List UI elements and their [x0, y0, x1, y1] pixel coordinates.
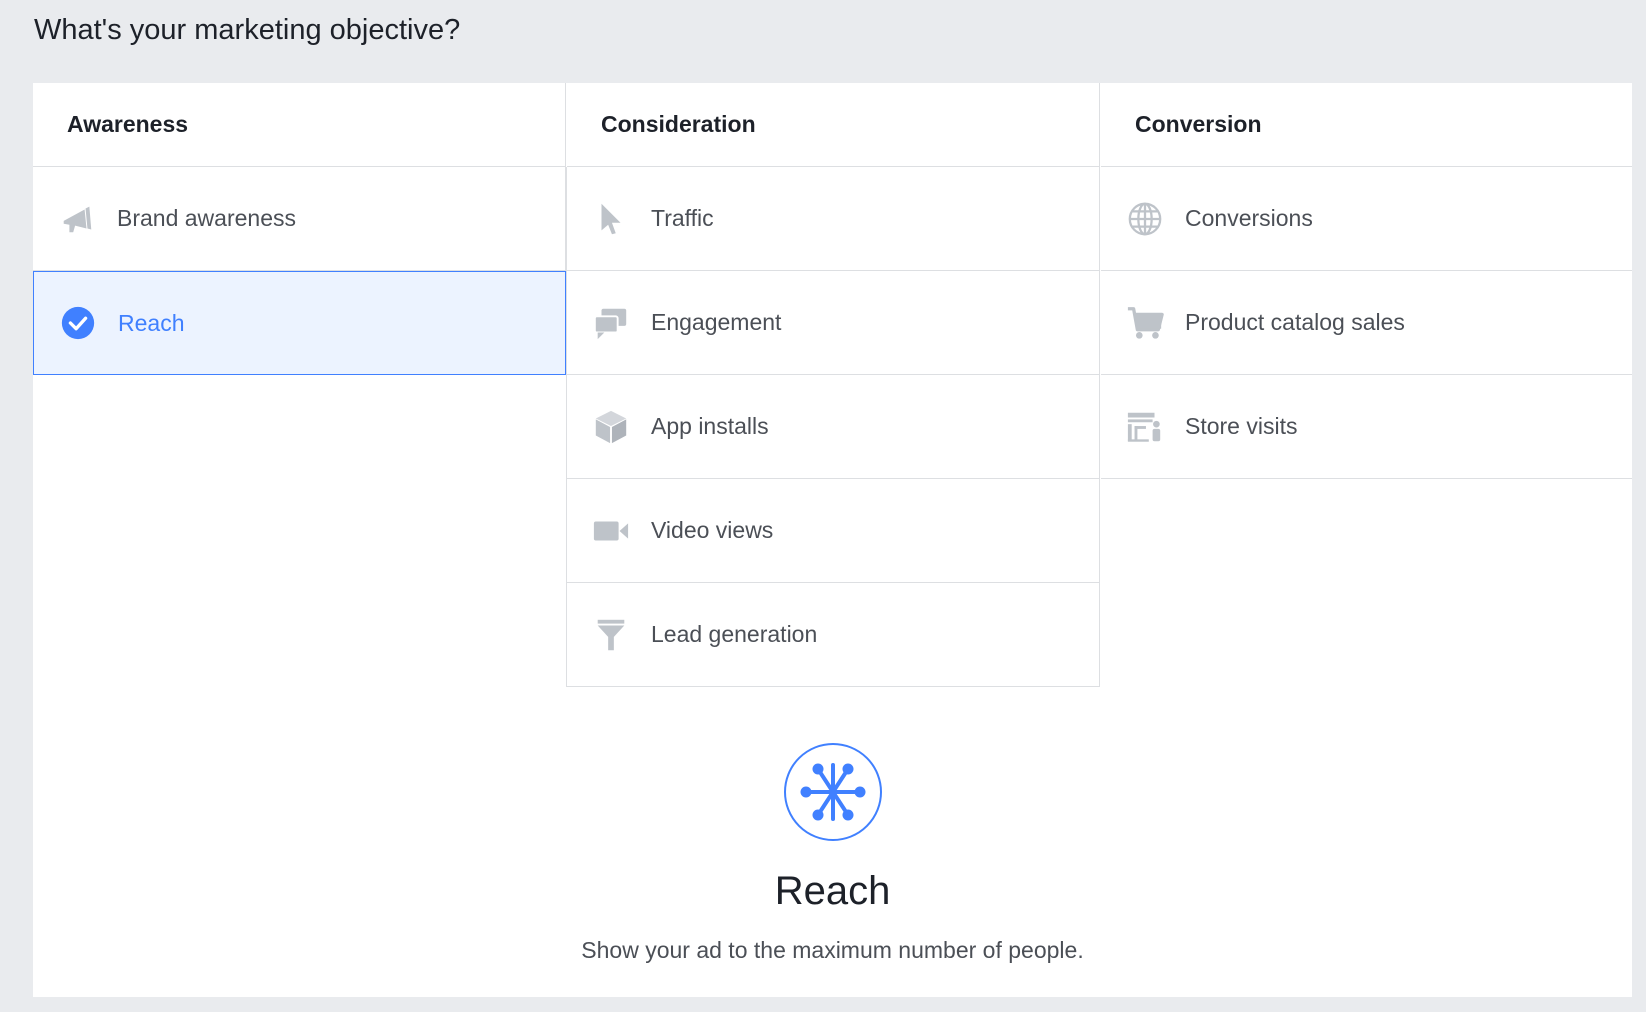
check-circle-icon — [58, 303, 98, 343]
objective-detail-description: Show your ad to the maximum number of pe… — [581, 937, 1084, 963]
column-header-awareness: Awareness — [33, 83, 566, 167]
column-header-conversion: Conversion — [1101, 83, 1632, 167]
objective-panel: Awareness Brand awareness Reach Consider… — [33, 83, 1632, 997]
globe-icon — [1125, 199, 1165, 239]
column-header-consideration: Consideration — [567, 83, 1100, 167]
objective-reach[interactable]: Reach — [33, 271, 566, 375]
megaphone-icon — [57, 199, 97, 239]
column-conversion: Conversion Conversions Product catalog s… — [1101, 83, 1632, 479]
objective-traffic[interactable]: Traffic — [566, 167, 1100, 271]
cube-icon — [591, 407, 631, 447]
cart-icon — [1125, 303, 1165, 343]
objective-app-installs[interactable]: App installs — [566, 375, 1100, 479]
objective-label: Store visits — [1185, 413, 1298, 439]
video-camera-icon — [591, 511, 631, 551]
column-consideration: Consideration Traffic Engagement App ins… — [566, 83, 1100, 687]
store-icon — [1125, 407, 1165, 447]
objective-label: Product catalog sales — [1185, 309, 1405, 335]
cursor-icon — [591, 199, 631, 239]
objective-product-catalog-sales[interactable]: Product catalog sales — [1101, 271, 1632, 375]
objective-columns: Awareness Brand awareness Reach Consider… — [33, 83, 1632, 690]
objective-label: Video views — [651, 517, 774, 543]
objective-label: Conversions — [1185, 205, 1313, 231]
reach-network-icon — [783, 743, 882, 841]
page-title: What's your marketing objective? — [34, 14, 461, 46]
objective-store-visits[interactable]: Store visits — [1101, 375, 1632, 479]
objective-label: Reach — [118, 309, 185, 336]
objective-engagement[interactable]: Engagement — [566, 271, 1100, 375]
objective-label: Brand awareness — [117, 205, 296, 231]
objective-brand-awareness[interactable]: Brand awareness — [33, 167, 566, 271]
column-awareness: Awareness Brand awareness Reach — [33, 83, 566, 375]
objective-conversions[interactable]: Conversions — [1101, 167, 1632, 271]
chat-bubbles-icon — [591, 303, 631, 343]
objective-label: Lead generation — [651, 621, 818, 647]
objective-label: Traffic — [651, 205, 714, 231]
objective-detail: Reach Show your ad to the maximum number… — [33, 743, 1632, 964]
objective-label: Engagement — [651, 309, 782, 335]
objective-detail-title: Reach — [774, 869, 891, 913]
objective-video-views[interactable]: Video views — [566, 479, 1100, 583]
objective-lead-generation[interactable]: Lead generation — [566, 583, 1100, 687]
funnel-icon — [591, 615, 631, 655]
objective-label: App installs — [651, 413, 769, 439]
